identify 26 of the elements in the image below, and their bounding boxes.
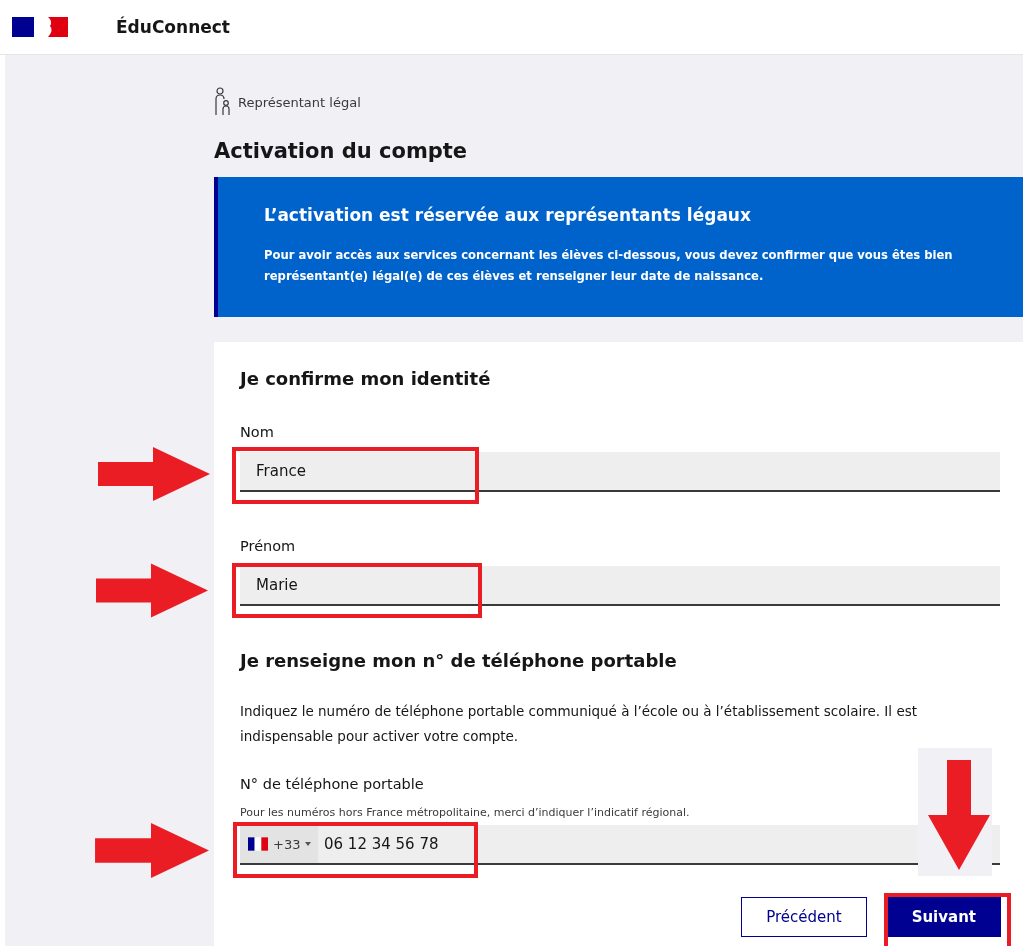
- french-flag-icon: [248, 837, 268, 851]
- phone-input[interactable]: 06 12 34 56 78: [318, 835, 439, 853]
- role-label: Représentant légal: [238, 94, 361, 110]
- page-title: Activation du compte: [214, 139, 469, 163]
- section-heading: Je confirme mon identité: [240, 368, 492, 389]
- arrow-icon: [93, 563, 208, 618]
- next-button[interactable]: Suivant: [886, 897, 1001, 937]
- field-hint: Pour les numéros hors France métropolitaine, merci d’indiquer l’indicatif régional.: [240, 806, 691, 819]
- input-field[interactable]: Marie: [240, 566, 1000, 606]
- site-title: ÉduConnect: [116, 17, 230, 37]
- section-heading: Je renseigne mon n° de téléphone portable: [240, 650, 678, 671]
- arrow-icon: [928, 760, 990, 870]
- country-code-select[interactable]: +33: [240, 825, 318, 863]
- caret-icon: [305, 842, 312, 846]
- field-label: N° de téléphone portable: [240, 776, 425, 792]
- arrow-icon: [95, 447, 210, 501]
- parent-child-icon: [214, 87, 232, 117]
- previous-button[interactable]: Précédent: [741, 897, 867, 937]
- phone-instructions: Indiquez le numéro de téléphone portable communiqué à l’école ou à l’établissement scolaire. Il est indispensable pour activer votre compte.: [240, 702, 919, 746]
- field-label: Nom: [240, 424, 275, 440]
- flag-logo-icon: [12, 17, 68, 37]
- field-label: Prénom: [240, 538, 297, 554]
- input-field[interactable]: France: [240, 452, 1000, 492]
- arrow-icon: [92, 823, 209, 878]
- notice-title: L’activation est réservée aux représentants légaux: [264, 205, 752, 225]
- notice-text: Pour avoir accès aux services concernant les élèves ci-dessous, vous devez confirmer que vous êtes bien représentant(e) légal(e) de ces élèves et renseigner leur date de naissance.: [264, 247, 954, 285]
